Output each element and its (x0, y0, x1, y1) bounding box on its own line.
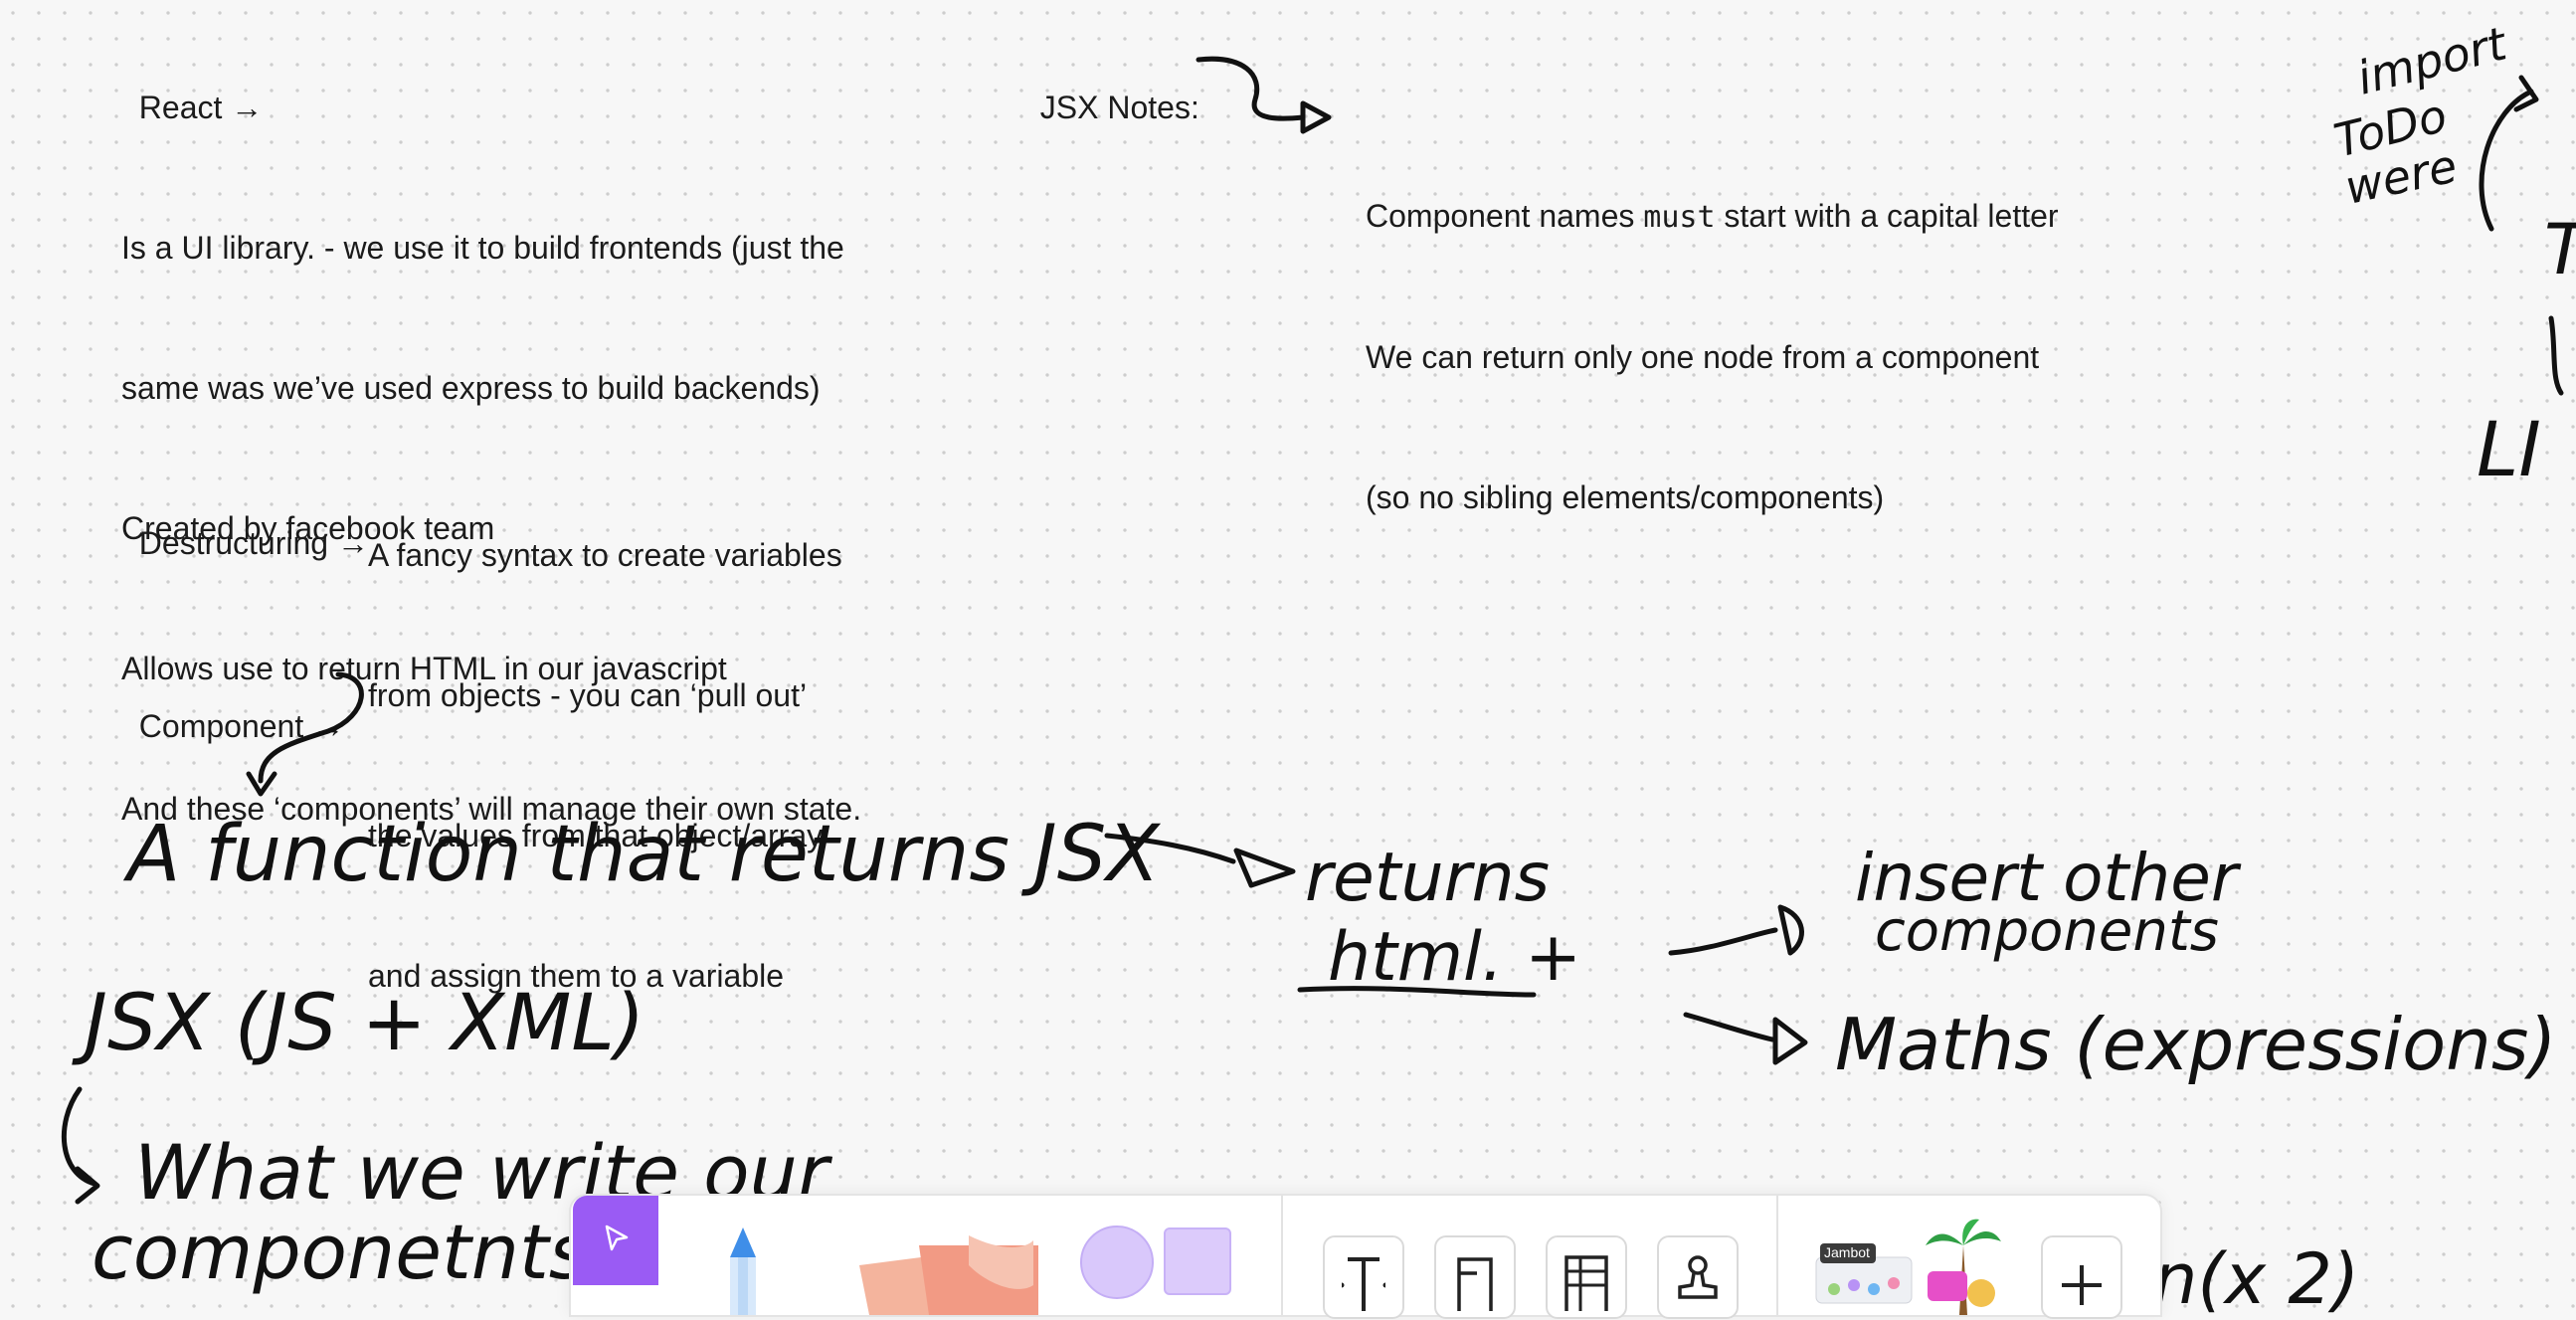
component-arrow (258, 671, 364, 784)
function-jsx-text: A function that returns JSX (122, 810, 1161, 899)
components-text: components (1875, 899, 2219, 964)
partial-bottom-text: n(x 2) (2153, 1238, 2359, 1320)
partial-li-text: LI (2477, 405, 2541, 493)
import-arrow (2479, 89, 2534, 232)
table-icon (1564, 1255, 1608, 1311)
section-tool-button[interactable] (1434, 1235, 1516, 1319)
palm-tree-sticker-icon (1926, 1219, 2001, 1315)
stamp-icon (1678, 1255, 1718, 1299)
toolbar-divider (1281, 1196, 1283, 1315)
jambot-label: Jambot (1824, 1244, 1870, 1260)
jambot-app-button[interactable]: Jambot (1814, 1239, 1914, 1315)
creation-toolbar: Jambot (569, 1194, 2162, 1319)
plus-icon (2062, 1265, 2102, 1305)
toolbar-divider (1776, 1196, 1778, 1315)
what-write-arrowhead (75, 1166, 100, 1205)
table-tool-button[interactable] (1546, 1235, 1627, 1319)
circle-shape-icon[interactable] (1080, 1226, 1154, 1299)
partial-stroke (2548, 315, 2564, 396)
insert-connector (1668, 927, 1778, 956)
more-apps-button[interactable] (2041, 1235, 2122, 1319)
jsx-notes-arrow (1196, 56, 1306, 121)
componetnts-text: componetnts. (92, 1208, 613, 1296)
stamp-tool-button[interactable] (1657, 1235, 1739, 1319)
maths-arrowhead (1772, 1017, 1808, 1065)
pen-tool-button[interactable] (718, 1226, 768, 1317)
cursor-arrow-icon (605, 1225, 629, 1251)
section-icon (1457, 1257, 1493, 1311)
partial-t-text: T (2544, 209, 2576, 290)
maths-text: Maths (expressions) (1835, 1003, 2556, 1086)
jsx-definition-text: JSX (JS + XML) (72, 979, 644, 1068)
maths-connector (1683, 1012, 1775, 1042)
jsx-notes-arrowhead (1300, 100, 1332, 134)
returns-html-text: returns (1305, 839, 1550, 917)
rectangle-shape-icon[interactable] (1164, 1227, 1231, 1295)
returns-arrowhead (1233, 848, 1296, 888)
insert-arrowhead (1777, 904, 1804, 956)
sticky-note-icon (859, 1235, 1038, 1315)
handwriting-layer[interactable]: A function that returns JSX returns html… (0, 0, 2576, 1320)
pen-icon (730, 1227, 756, 1317)
text-tool-button[interactable] (1323, 1235, 1404, 1319)
palm-sticker-button[interactable] (1924, 1216, 2003, 1315)
select-tool-button[interactable] (573, 1196, 658, 1285)
text-icon (1342, 1257, 1385, 1311)
returns-html-text-2: html. + (1328, 918, 1581, 997)
sticky-note-tool-button[interactable] (849, 1226, 1038, 1315)
